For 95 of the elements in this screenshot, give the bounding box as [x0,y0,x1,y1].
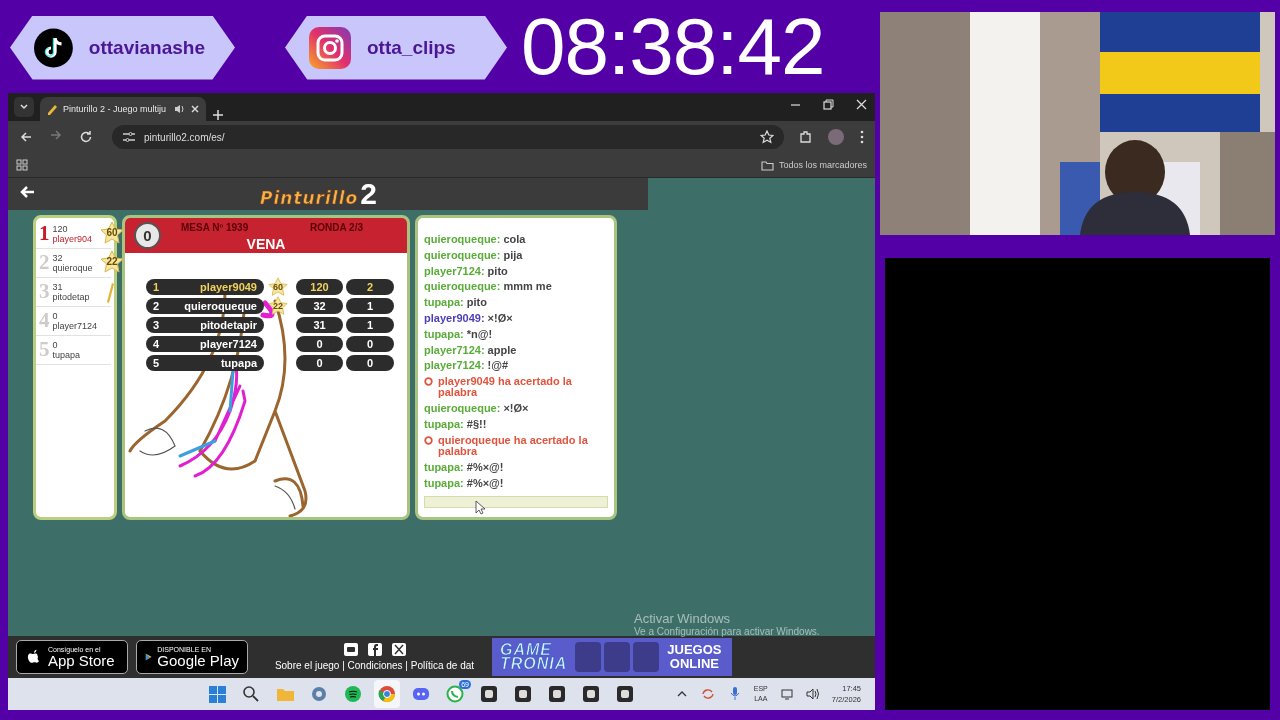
folder-icon [760,158,774,172]
tab-list-button[interactable] [14,97,34,117]
search-icon[interactable] [242,685,260,703]
score-cell: 32 [296,298,343,314]
message-app-icon[interactable] [446,685,464,703]
chat-message: tupapa: #§!! [424,416,488,432]
player-score: 120 [52,224,69,234]
guesses-cell: 0 [346,336,394,352]
browser-tab[interactable]: Pinturillo 2 - Juego multiju [40,97,206,121]
facebook-icon[interactable] [367,643,382,656]
reload-icon[interactable] [78,129,94,145]
app-icon[interactable] [582,685,600,703]
player-name: player7124 [52,321,98,331]
x-logo-icon[interactable] [391,643,406,656]
ring-icon [424,435,433,445]
score-cell: 31 [296,317,343,333]
chat-message: tupapa: #%×@! [424,475,505,491]
chat-message: quieroqueque: pija [424,247,524,263]
camera-icon [309,26,351,69]
windows-icon[interactable] [207,684,227,704]
video-icon[interactable] [343,643,358,656]
address-bar[interactable]: pinturillo2.com/es/ [112,125,784,149]
new-tab-icon[interactable] [212,109,224,121]
chevron-up-icon[interactable] [675,689,688,699]
player-score: 0 [52,311,59,321]
star-badge: 22 [267,296,289,316]
scoreboard-row: 4 player7124 [146,336,264,352]
network-icon[interactable] [779,687,794,701]
social-handle: ottavianashe [88,36,205,59]
player-name: quieroque [52,263,93,273]
player-name: player904 [52,234,93,244]
scoreboard-row: 1 player9049 [146,279,264,295]
guesses-cell: 1 [346,317,394,333]
volume-icon[interactable] [805,687,820,701]
browser-icon[interactable] [378,685,396,703]
player-name: pitodetap [52,292,90,302]
url-text: pinturillo2.com/es/ [144,131,226,143]
bookmarks-link[interactable]: Todos los marcadores [778,160,867,170]
app-icon[interactable] [616,685,634,703]
player-score: 31 [52,282,64,292]
guess-notice: player9049 ha acertado la palabra [438,376,573,399]
scoreboard-row: 3 pitodetapir [146,317,264,333]
social-handle: otta_clips [367,36,456,59]
app-icon[interactable] [514,685,532,703]
chat-message: quieroqueque: cola [424,232,527,247]
clock: 08:38:42 [521,6,825,87]
player-score: 0 [52,340,59,350]
activation-title: Activar Windows [634,612,732,626]
music-app-icon[interactable] [344,685,362,703]
close-icon[interactable] [190,104,200,114]
chat-message: quieroqueque: ×!Ø× [424,401,530,417]
round-label: RONDA 2/3 [310,222,363,233]
scoreboard-row: 2 quieroqueque [146,298,264,314]
guesses-cell: 2 [346,279,394,295]
chat-message: tupapa: #%×@! [424,459,505,475]
ad-banner[interactable]: GAME TRONIA JUEGOS ONLINE [492,638,732,676]
chat-app-icon[interactable] [412,685,430,703]
scoreboard-row: 5 tupapa [146,355,264,371]
score-cell: 0 [296,336,343,352]
guesses-cell: 0 [346,355,394,371]
rank-number: 1 [39,220,50,246]
guess-notice: quieroqueque ha acertado la palabra [438,434,589,457]
table-number: MESA Nº 1939 [181,222,249,233]
sync-icon[interactable] [699,686,716,702]
counter: 0 [134,222,161,249]
player-name: tupapa [52,350,81,360]
chat-message: quieroqueque: mmm me [424,279,553,295]
tune-icon[interactable] [122,130,136,144]
chat-message: player7124: pito [424,263,509,279]
guesses-cell: 1 [346,298,394,314]
apps-grid-icon[interactable] [16,159,28,171]
pencil-icon [46,103,58,115]
star-badge: 60 [267,277,289,297]
chat-message: tupapa: *n@! [424,326,494,342]
chat-message: tupapa: pito [424,295,488,311]
star-icon[interactable] [760,130,774,144]
game-logo: Pinturillo 2 [260,180,377,208]
activation-text: Ve a Configuración para activar Windows. [634,626,820,637]
footer-links[interactable]: Sobre el juego | Condiciones | Política de dat [274,660,475,671]
restore-icon[interactable] [823,99,834,110]
score-cell: 120 [296,279,343,295]
score-cell: 0 [296,355,343,371]
chat-message: player9049: ×!Ø× [424,311,514,326]
close-icon[interactable] [856,99,867,110]
chat-message: player7124: apple [424,342,518,358]
menu-icon[interactable] [859,130,865,144]
ring-icon [424,377,433,387]
speaker-icon[interactable] [174,103,185,115]
chevron-down-icon [19,102,29,112]
player-score: 32 [52,253,64,263]
cursor-icon [475,500,486,515]
app-icon[interactable] [480,685,498,703]
app-icon[interactable] [548,685,566,703]
chat-message: player7124: !@# [424,358,510,374]
puzzle-icon[interactable] [798,129,813,145]
